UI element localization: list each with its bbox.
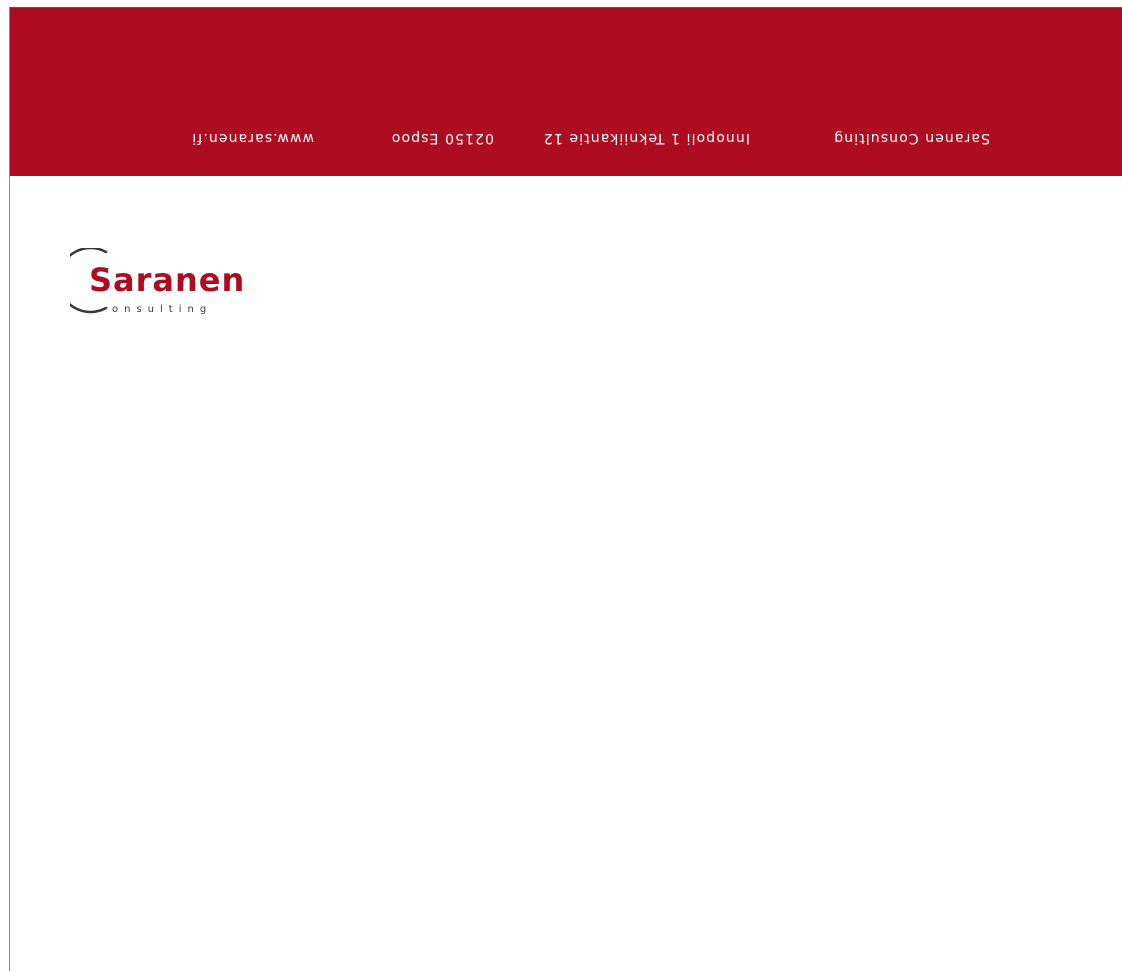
city-address: 02150 Espoo [390, 130, 494, 146]
header-band: Saranen Consulting Innopoli 1 Tekniikant… [10, 8, 1122, 176]
logo-tagline: onsulting [112, 304, 212, 315]
company-logo: Saranen onsulting [70, 248, 245, 315]
street-address: Innopoli 1 Tekniikantie 12 [542, 130, 750, 146]
website-link[interactable]: www.saranen.fi [191, 130, 314, 146]
company-name: Saranen Consulting [833, 130, 990, 146]
header-contact-line: Saranen Consulting Innopoli 1 Tekniikant… [10, 8, 1122, 176]
letterhead-page: Saranen Consulting Innopoli 1 Tekniikant… [9, 7, 1122, 971]
logo-wordmark: Saranen [89, 261, 245, 299]
